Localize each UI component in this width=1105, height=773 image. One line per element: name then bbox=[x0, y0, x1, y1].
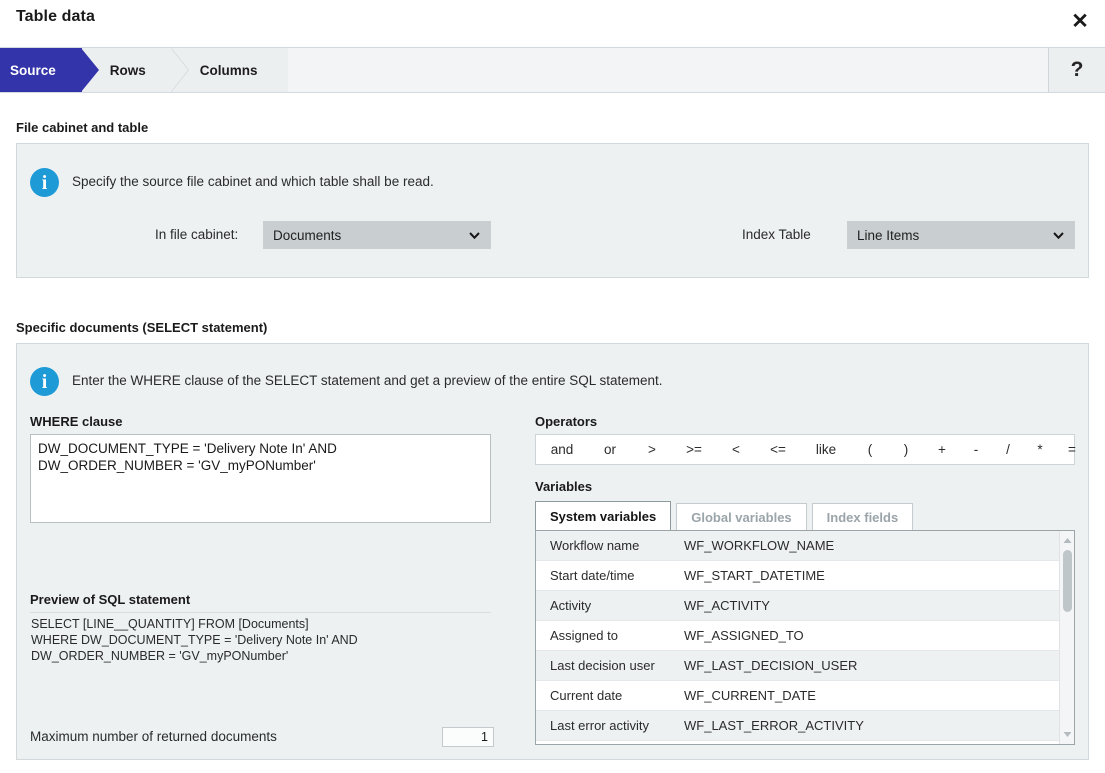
wizard-tabstrip: Source Rows Columns ? bbox=[0, 47, 1105, 93]
specific-documents-section-heading: Specific documents (SELECT statement) bbox=[16, 320, 268, 335]
file-cabinet-info-text: Specify the source file cabinet and whic… bbox=[72, 174, 434, 189]
variable-name: Workflow name bbox=[550, 538, 640, 553]
file-cabinet-panel: i Specify the source file cabinet and wh… bbox=[16, 143, 1089, 278]
specific-documents-panel: i Enter the WHERE clause of the SELECT s… bbox=[16, 343, 1089, 760]
operator-close-paren[interactable]: ) bbox=[888, 435, 924, 464]
max-documents-label: Maximum number of returned documents bbox=[30, 729, 277, 744]
tab-source-label: Source bbox=[10, 62, 56, 78]
variable-name: Last decision user bbox=[550, 658, 655, 673]
page-title: Table data bbox=[16, 8, 95, 25]
help-button[interactable]: ? bbox=[1048, 48, 1105, 92]
variable-name: Assigned to bbox=[550, 628, 618, 643]
operator-plus[interactable]: + bbox=[924, 435, 960, 464]
variable-code: WF_ASSIGNED_TO bbox=[684, 628, 804, 643]
variables-scrollbar[interactable] bbox=[1059, 531, 1074, 744]
tabstrip-filler bbox=[237, 48, 1048, 92]
index-table-select-value: Line Items bbox=[857, 227, 920, 243]
operator-less-than[interactable]: < bbox=[716, 435, 756, 464]
operator-minus[interactable]: - bbox=[960, 435, 992, 464]
info-icon: i bbox=[30, 367, 59, 396]
list-item[interactable]: Workflow name WF_WORKFLOW_NAME bbox=[536, 531, 1074, 561]
operator-like[interactable]: like bbox=[800, 435, 852, 464]
list-item[interactable]: Activity WF_ACTIVITY bbox=[536, 591, 1074, 621]
list-item[interactable]: Assigned to WF_ASSIGNED_TO bbox=[536, 621, 1074, 651]
tab-global-variables-label: Global variables bbox=[691, 509, 792, 525]
dialog-titlebar: Table data ✕ bbox=[0, 0, 1105, 44]
operator-greater-than[interactable]: > bbox=[632, 435, 672, 464]
variable-code: WF_WORKFLOW_NAME bbox=[684, 538, 835, 553]
operator-less-equal[interactable]: <= bbox=[756, 435, 800, 464]
list-item[interactable]: Start date/time WF_START_DATETIME bbox=[536, 561, 1074, 591]
tab-columns-label: Columns bbox=[199, 62, 258, 78]
info-icon: i bbox=[30, 168, 59, 197]
variable-code: WF_START_DATETIME bbox=[684, 568, 825, 583]
preview-sql-divider bbox=[30, 612, 491, 613]
tab-index-fields-label: Index fields bbox=[826, 509, 899, 525]
close-icon[interactable]: ✕ bbox=[1067, 8, 1093, 34]
variable-code: WF_ACTIVITY bbox=[684, 598, 770, 613]
chevron-down-icon bbox=[1052, 229, 1065, 242]
operator-multiply[interactable]: * bbox=[1024, 435, 1056, 464]
operator-open-paren[interactable]: ( bbox=[852, 435, 888, 464]
file-cabinet-section-heading: File cabinet and table bbox=[16, 120, 149, 135]
index-table-select[interactable]: Line Items bbox=[847, 221, 1075, 249]
max-documents-input[interactable]: 1 bbox=[442, 727, 494, 747]
tab-source[interactable]: Source bbox=[0, 48, 99, 92]
preview-sql-label: Preview of SQL statement bbox=[30, 592, 191, 607]
chevron-right-icon bbox=[170, 48, 189, 92]
variables-list: Workflow name WF_WORKFLOW_NAME Start dat… bbox=[535, 530, 1075, 745]
where-clause-input[interactable]: DW_DOCUMENT_TYPE = 'Delivery Note In' AN… bbox=[30, 434, 491, 523]
tab-columns[interactable]: Columns bbox=[171, 48, 288, 92]
tab-system-variables-label: System variables bbox=[550, 508, 657, 524]
variable-name: Start date/time bbox=[550, 568, 635, 583]
file-cabinet-select[interactable]: Documents bbox=[263, 221, 491, 249]
operators-label: Operators bbox=[535, 414, 598, 429]
scroll-up-icon[interactable] bbox=[1060, 533, 1074, 548]
variable-code: WF_CURRENT_DATE bbox=[684, 688, 816, 703]
preview-sql-text: SELECT [LINE__QUANTITY] FROM [Documents]… bbox=[31, 617, 358, 663]
chevron-right-icon bbox=[80, 48, 99, 92]
file-cabinet-label: In file cabinet: bbox=[155, 227, 239, 242]
operators-toolbar: and or > >= < <= like ( ) + - / * = bbox=[535, 434, 1076, 465]
operator-greater-equal[interactable]: >= bbox=[672, 435, 716, 464]
file-cabinet-select-value: Documents bbox=[273, 227, 342, 243]
operator-equals[interactable]: = bbox=[1056, 435, 1088, 464]
operator-divide[interactable]: / bbox=[992, 435, 1024, 464]
scroll-down-icon[interactable] bbox=[1060, 727, 1074, 742]
index-table-label: Index Table bbox=[742, 227, 811, 242]
variable-name: Current date bbox=[550, 688, 623, 703]
tab-global-variables[interactable]: Global variables bbox=[676, 503, 807, 530]
operator-and[interactable]: and bbox=[536, 435, 588, 464]
list-item[interactable]: Current date WF_CURRENT_DATE bbox=[536, 681, 1074, 711]
where-clause-label: WHERE clause bbox=[30, 414, 123, 429]
variable-name: Activity bbox=[550, 598, 592, 613]
chevron-down-icon bbox=[468, 229, 481, 242]
variable-code: WF_LAST_ERROR_ACTIVITY bbox=[684, 718, 864, 733]
breadcrumb: Source Rows Columns bbox=[0, 48, 288, 92]
tab-rows-label: Rows bbox=[109, 62, 146, 78]
specific-documents-info-text: Enter the WHERE clause of the SELECT sta… bbox=[72, 373, 663, 388]
operator-or[interactable]: or bbox=[588, 435, 632, 464]
tab-index-fields[interactable]: Index fields bbox=[811, 503, 914, 530]
variable-name: Last error activity bbox=[550, 718, 649, 733]
tab-system-variables[interactable]: System variables bbox=[535, 501, 672, 530]
variables-label: Variables bbox=[535, 479, 593, 494]
list-item[interactable]: Last decision user WF_LAST_DECISION_USER bbox=[536, 651, 1074, 681]
variables-tabs: System variables Global variables Index … bbox=[535, 501, 914, 530]
list-item[interactable]: Last error activity WF_LAST_ERROR_ACTIVI… bbox=[536, 711, 1074, 741]
variable-code: WF_LAST_DECISION_USER bbox=[684, 658, 858, 673]
scrollbar-thumb[interactable] bbox=[1063, 550, 1072, 612]
